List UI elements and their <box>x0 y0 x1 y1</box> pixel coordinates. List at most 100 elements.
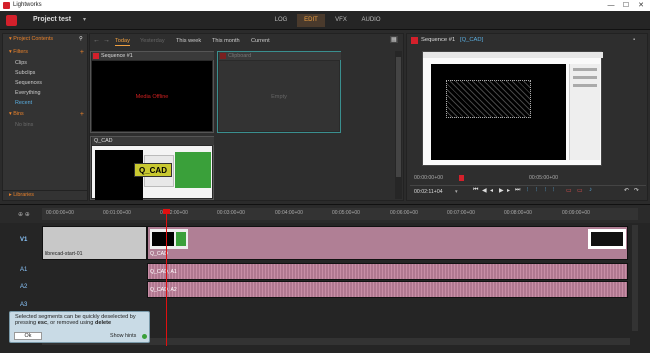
ok-button[interactable]: Ok <box>14 332 42 340</box>
playhead-marker[interactable] <box>459 175 464 181</box>
ruler-end-icon[interactable] <box>630 208 638 220</box>
q-cad-logo: Q_CAD <box>134 163 172 177</box>
tile-thumbnail: Empty <box>219 61 339 131</box>
tab-log[interactable]: LOG <box>267 14 295 27</box>
clip-q-cad-a2[interactable]: Q_CAD, A2 <box>147 281 628 298</box>
mark-in-icon[interactable]: ⦙ <box>527 187 528 194</box>
undo-icon[interactable]: ↶ <box>624 187 629 194</box>
filter-item-subclips[interactable]: Subclips <box>3 69 87 78</box>
tile-clipboard[interactable]: Clipboard Empty <box>217 51 341 133</box>
zoom-icon[interactable]: ⊕ ⊕ <box>18 211 30 218</box>
sequence-viewer: Sequence #1 [Q_CAD] ▪ 00:00:00+00 00:05:… <box>406 33 648 201</box>
libraries-header[interactable]: ▸ Libraries <box>3 190 87 199</box>
tile-thumbnail: Q_CAD <box>92 146 212 200</box>
lightworks-logo-icon[interactable] <box>6 15 17 26</box>
search-icon[interactable]: ⚲ <box>79 35 83 44</box>
browser-scrollbar[interactable] <box>395 51 402 199</box>
replace-icon[interactable]: ▭ <box>577 187 583 194</box>
minimize-button[interactable]: — <box>606 1 616 10</box>
hint-popup: Selected segments can be quickly deselec… <box>9 311 150 343</box>
viewer-screen[interactable] <box>422 51 603 166</box>
tile-q-cad[interactable]: Q_CAD Q_CAD <box>90 136 214 200</box>
forward-arrow-icon[interactable]: → <box>103 37 110 44</box>
bins-header[interactable]: ▾ Bins + <box>3 110 87 119</box>
viewer-tc-end: 00:05:00+00 <box>529 175 558 181</box>
clip-thumbnail <box>588 229 626 249</box>
filter-item-recent[interactable]: Recent <box>3 99 87 108</box>
add-bin-icon[interactable]: + <box>80 110 84 119</box>
step-forward-icon[interactable]: ▸ <box>507 187 510 194</box>
timeline-scrollbar[interactable] <box>632 225 638 331</box>
ruler-tick: 00:08:00+00 <box>504 210 532 216</box>
add-filter-icon[interactable]: + <box>80 48 84 57</box>
date-tab-yesterday[interactable]: Yesterday <box>140 37 165 46</box>
close-button[interactable]: ✕ <box>636 1 646 10</box>
filter-item-clips[interactable]: Clips <box>3 59 87 68</box>
app-header: Project test ▾ LOG EDIT VFX AUDIO <box>0 11 650 30</box>
mark-out-icon[interactable]: ⦙ <box>536 187 537 194</box>
viewer-title: Sequence #1 <box>421 37 456 43</box>
play-reverse-icon[interactable]: ◂ <box>490 187 493 194</box>
viewer-tc-current[interactable]: 00:02:11+04 <box>414 189 443 195</box>
go-start-icon[interactable]: ⏮ <box>473 187 478 194</box>
maximize-button[interactable]: ☐ <box>621 1 631 10</box>
track-label-v1[interactable]: V1 <box>20 237 27 243</box>
mark-clip-icon[interactable]: ⦙ <box>553 187 554 194</box>
chevron-down-icon[interactable]: ▾ <box>455 189 458 195</box>
date-tab-today[interactable]: Today <box>115 37 130 46</box>
ruler-tick: 00:09:00+00 <box>562 210 590 216</box>
tile-thumbnail: Media Offline <box>92 61 212 131</box>
filters-header[interactable]: ▾ Filters + <box>3 48 87 57</box>
date-tab-this-week[interactable]: This week <box>176 37 201 46</box>
clip-q-cad-a1[interactable]: Q_CAD, A1 <box>147 263 628 280</box>
clip-librecad-start[interactable]: librecad-start-01 <box>42 226 147 260</box>
hint-text: Selected segments can be quickly deselec… <box>15 314 136 326</box>
project-title[interactable]: Project test <box>33 16 71 23</box>
back-arrow-icon[interactable]: ← <box>93 37 100 44</box>
track-label-a3[interactable]: A3 <box>20 302 27 308</box>
tile-sequence-1[interactable]: Sequence #1 Media Offline <box>90 51 214 133</box>
go-end-icon[interactable]: ⏭ <box>515 187 520 194</box>
filter-item-everything[interactable]: Everything <box>3 89 87 98</box>
timeline-playhead[interactable] <box>166 209 167 346</box>
clip-q-cad-video[interactable]: Q_CAD <box>147 226 628 260</box>
tab-vfx[interactable]: VFX <box>327 14 355 27</box>
viewer-source-link[interactable]: [Q_CAD] <box>460 37 483 43</box>
window-titlebar: Lightworks — ☐ ✕ <box>0 0 650 11</box>
redo-icon[interactable]: ↷ <box>634 187 639 194</box>
chevron-down-icon[interactable]: ▾ <box>83 16 86 23</box>
track-label-a2[interactable]: A2 <box>20 284 27 290</box>
media-offline-label: Media Offline <box>135 94 169 100</box>
step-back-icon[interactable]: ◀ <box>482 187 487 194</box>
viewer-scrub-bar[interactable] <box>410 185 646 186</box>
date-tab-this-month[interactable]: This month <box>212 37 240 46</box>
clip-thumbnail <box>150 229 188 249</box>
ruler-tick: 00:01:00+00 <box>103 210 131 216</box>
clear-marks-icon[interactable]: ⦙ <box>545 187 546 194</box>
date-tab-current[interactable]: Current <box>251 37 270 46</box>
project-contents-panel: ▾ Project Contents ⚲ ▾ Filters + Clips S… <box>2 33 88 201</box>
show-hints-toggle[interactable]: Show hints <box>110 333 136 339</box>
ruler-tick: 00:00:00+00 <box>46 210 74 216</box>
playhead-handle[interactable] <box>163 209 170 214</box>
tile-title: Q_CAD <box>92 137 214 145</box>
tab-audio[interactable]: AUDIO <box>357 14 385 27</box>
insert-icon[interactable]: ▭ <box>566 187 572 194</box>
tab-edit[interactable]: EDIT <box>297 14 325 27</box>
clip-name: Q_CAD, A1 <box>150 269 177 275</box>
audio-icon[interactable]: ♪ <box>589 187 592 193</box>
tile-title: Clipboard <box>219 52 341 60</box>
grid-menu-icon[interactable]: ▦ <box>390 36 398 43</box>
window-title: Lightworks <box>13 2 42 8</box>
play-icon[interactable]: ▶ <box>499 187 504 194</box>
filter-item-sequences[interactable]: Sequences <box>3 79 87 88</box>
app-icon <box>3 2 10 9</box>
project-contents-header[interactable]: ▾ Project Contents ⚲ <box>3 35 87 44</box>
empty-label: Empty <box>271 94 287 100</box>
track-label-a1[interactable]: A1 <box>20 267 27 273</box>
sequence-icon <box>411 37 418 44</box>
show-hints-indicator-icon[interactable] <box>142 334 147 339</box>
viewer-menu-icon[interactable]: ▪ <box>633 37 635 43</box>
ruler-tick: 00:03:00+00 <box>217 210 245 216</box>
ruler-tick: 00:06:00+00 <box>390 210 418 216</box>
